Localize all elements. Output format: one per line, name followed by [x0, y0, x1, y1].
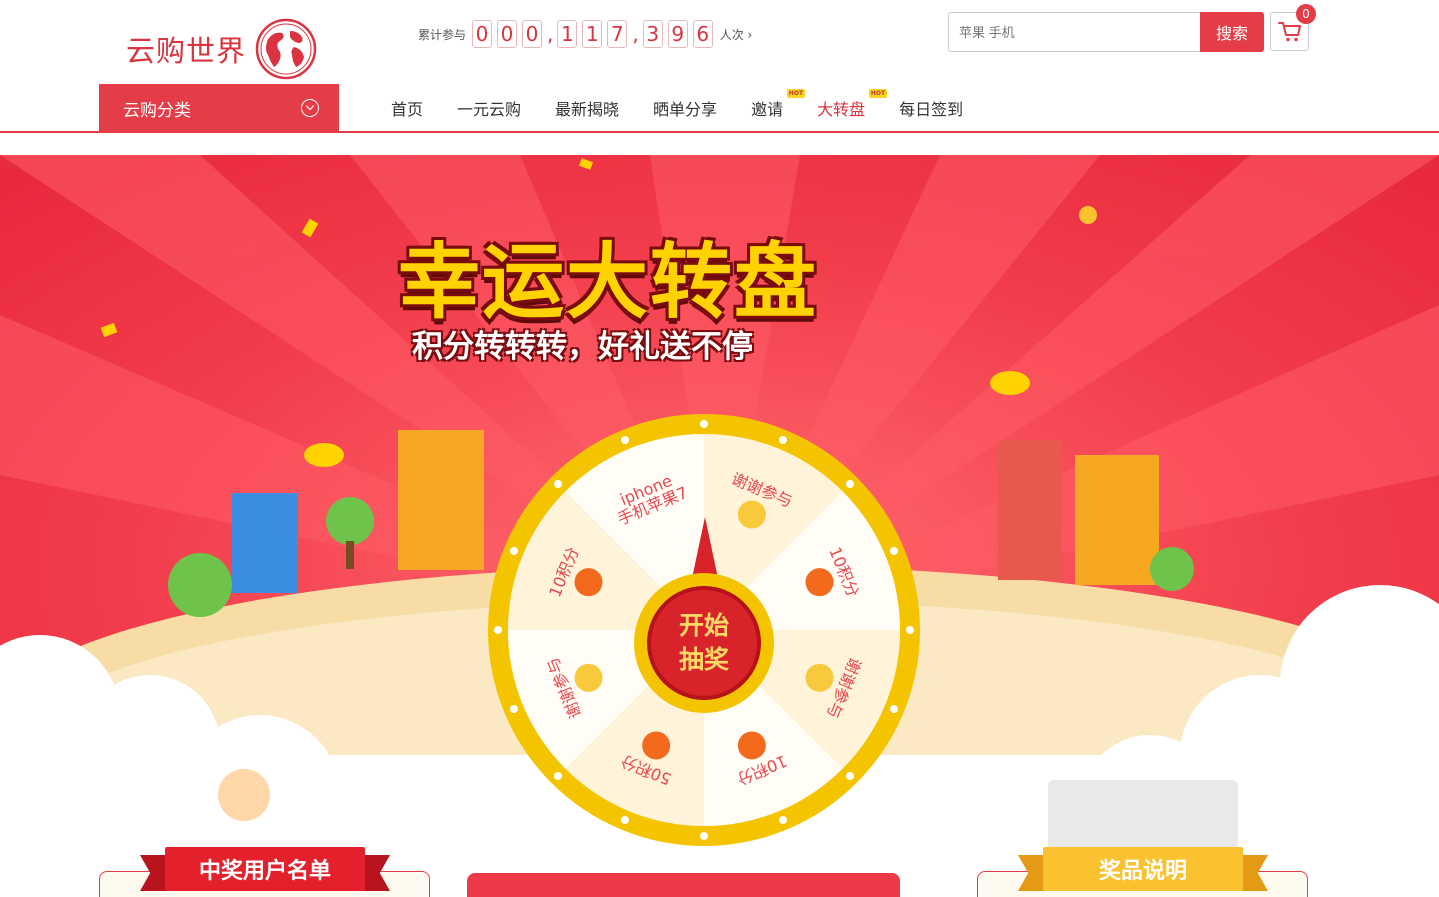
prize-ribbon: 奖品说明 [1018, 847, 1268, 891]
cart-icon [1277, 21, 1301, 41]
prize-ribbon-title: 奖品说明 [1098, 859, 1187, 884]
main-nav: 首页 一元云购 最新揭晓 晒单分享 邀请 HOT 大转盘 HOT 每日签到 [374, 84, 980, 132]
category-label: 云购分类 [123, 100, 191, 121]
cart-button[interactable]: 0 [1270, 4, 1316, 51]
category-dropdown[interactable]: 云购分类 [99, 84, 339, 132]
smiley-icon [570, 659, 607, 697]
search-bar: 搜索 [948, 12, 1264, 52]
counter-digit: 0 [522, 20, 543, 48]
lightning-icon [637, 727, 675, 764]
hot-badge: HOT [786, 89, 806, 98]
banner-title: 幸运大转盘 [398, 235, 819, 330]
nav-share[interactable]: 晒单分享 [653, 96, 717, 120]
site-logo[interactable]: 云购世界 [126, 14, 336, 84]
nav-home[interactable]: 首页 [391, 96, 423, 120]
banner-title-area: 幸运大转盘 积分转转转，好礼送不停 [398, 215, 1018, 385]
counter-digit: 1 [557, 20, 578, 48]
start-draw-button[interactable]: 开始 抽奖 [634, 573, 774, 713]
nav-latest[interactable]: 最新揭晓 [555, 96, 619, 120]
globe-icon [255, 18, 317, 80]
search-input[interactable] [948, 12, 1200, 52]
counter-digit: 0 [497, 20, 518, 48]
nav-invite[interactable]: 邀请 HOT [751, 89, 806, 120]
nav-wheel[interactable]: 大转盘 HOT [817, 89, 888, 120]
start-draw-core: 开始 抽奖 [647, 586, 761, 700]
counter-suffix-link[interactable]: 人次 › [720, 26, 753, 43]
counter-separator: , [632, 22, 639, 46]
smiley-icon [733, 496, 771, 533]
start-draw-line1: 开始 [678, 611, 729, 640]
nav-checkin[interactable]: 每日签到 [899, 96, 963, 120]
counter-digit: 7 [607, 20, 628, 48]
lightning-icon [570, 563, 607, 601]
search-button[interactable]: 搜索 [1200, 12, 1264, 52]
start-draw-line2: 抽奖 [678, 645, 729, 674]
hot-badge: HOT [868, 89, 888, 98]
banner-subtitle: 积分转转转，好礼送不停 [412, 329, 753, 365]
lightning-icon [801, 563, 838, 601]
counter-digit: 0 [472, 20, 493, 48]
lightning-icon [733, 727, 771, 764]
cart-count-badge: 0 [1296, 4, 1316, 24]
counter-digit: 9 [667, 20, 688, 48]
counter-separator: , [547, 22, 554, 46]
smiley-icon [801, 659, 838, 697]
nav-one-yuan[interactable]: 一元云购 [457, 96, 521, 120]
chevron-down-icon [301, 99, 319, 117]
participation-counter: 累计参与 0 0 0 , 1 1 7 , 3 9 6 人次 › [418, 20, 752, 48]
logo-text: 云购世界 [126, 34, 247, 68]
counter-digit: 6 [692, 20, 713, 48]
nav-invite-label: 邀请 [751, 100, 784, 119]
counter-digit: 1 [582, 20, 603, 48]
counter-digit: 3 [642, 20, 663, 48]
site-header: 云购世界 累计参与 0 0 0 , 1 1 7 , 3 9 6 人次 › 搜索 [0, 0, 1439, 133]
winners-ribbon: 中奖用户名单 [140, 847, 390, 891]
lucky-wheel-banner: 幸运大转盘 积分转转转，好礼送不停 iphone 手机苹果7 谢谢参与 10积分… [0, 155, 1439, 897]
counter-prefix: 累计参与 [418, 27, 467, 42]
nav-wheel-label: 大转盘 [817, 100, 866, 119]
records-panel-header [467, 873, 900, 897]
winners-ribbon-title: 中奖用户名单 [198, 859, 331, 884]
